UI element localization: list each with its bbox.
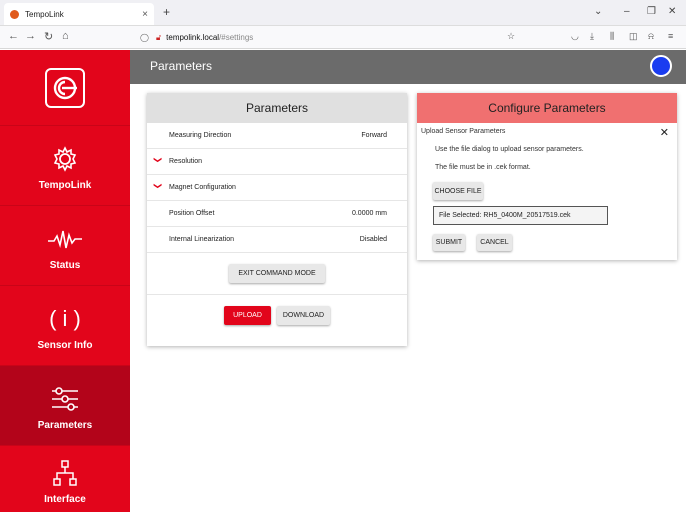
downloads-icon[interactable]: ⤓ <box>590 31 594 42</box>
sidebar-item-status[interactable]: Status <box>0 205 130 285</box>
sidebar-item-sensor-info[interactable]: ( i ) Sensor Info <box>0 285 130 365</box>
sidebar-item-tempolink[interactable]: TempoLink <box>0 125 130 205</box>
minimize-icon[interactable]: – <box>624 6 630 17</box>
upload-button[interactable]: UPLOAD <box>224 305 271 325</box>
chevron-down-icon[interactable]: ❯ <box>154 183 163 193</box>
library-icon[interactable]: ⫼ <box>610 31 614 42</box>
upload-instruction: Use the file dialog to upload sensor par… <box>435 146 584 153</box>
param-label: Resolution <box>169 158 203 165</box>
configure-card-title: Configure Parameters <box>417 93 677 123</box>
tab-list-chevron-icon[interactable]: ⌄ <box>594 6 602 17</box>
bookmark-star-icon[interactable]: ☆ <box>507 31 515 42</box>
parameters-card: Parameters Measuring Direction Forward ❯… <box>147 93 407 346</box>
shield-icon[interactable]: ◯ <box>140 33 149 42</box>
tab-title: TempoLink <box>25 9 64 19</box>
param-row-magnet-configuration[interactable]: ❯ Magnet Configuration <box>147 175 407 201</box>
param-value: Disabled <box>359 236 387 243</box>
tab-close-button[interactable]: × <box>142 9 148 20</box>
page-title: Parameters <box>150 59 213 73</box>
menu-icon[interactable]: ≡ <box>668 31 673 41</box>
pocket-icon[interactable]: ◡ <box>571 31 579 42</box>
reload-icon[interactable]: ↻ <box>44 30 53 43</box>
connection-status-indicator <box>650 55 672 77</box>
window-close-icon[interactable]: ✕ <box>668 6 676 17</box>
param-value: Forward <box>361 132 387 139</box>
sidebar-item-label: Status <box>49 260 81 271</box>
sliders-icon <box>50 380 80 418</box>
lock-icon[interactable]: 🔓︎ <box>156 33 161 43</box>
param-label: Magnet Configuration <box>169 184 236 191</box>
info-icon: ( i ) <box>49 306 81 331</box>
param-value: 0.0000 mm <box>351 210 387 217</box>
new-tab-button[interactable]: + <box>163 5 170 19</box>
param-row-measuring-direction: Measuring Direction Forward <box>147 123 407 149</box>
close-icon[interactable]: ✕ <box>660 126 669 139</box>
sidebar: TempoLink Status ( i ) Sensor Info Param… <box>0 50 130 512</box>
url-host: tempolink.local <box>166 33 220 42</box>
restore-icon[interactable]: ❐ <box>647 6 656 17</box>
browser-nav-bar: ← → ↻ ⌂ ◯ 🔓︎ tempolink.local/#settings ☆… <box>0 26 686 49</box>
exit-command-mode-button[interactable]: EXIT COMMAND MODE <box>229 264 325 283</box>
sidebar-item-label: TempoLink <box>38 180 92 191</box>
upload-section-title: Upload Sensor Parameters <box>421 128 506 135</box>
firefox-icon <box>10 9 19 19</box>
forward-arrow-icon[interactable]: → <box>25 30 36 42</box>
sidebar-item-label: Parameters <box>37 420 93 431</box>
gear-icon <box>51 140 79 178</box>
signal-wave-icon <box>47 220 83 258</box>
url-path: /#settings <box>219 33 254 42</box>
home-icon[interactable]: ⌂ <box>62 30 69 42</box>
temposonics-logo-icon <box>45 67 85 108</box>
sidebar-item-interface[interactable]: Interface <box>0 445 130 512</box>
sidebar-item-label: Interface <box>44 494 86 505</box>
browser-tab-bar: TempoLink × + ⌄ – ❐ ✕ <box>0 0 686 26</box>
param-row-resolution[interactable]: ❯ Resolution <box>147 149 407 175</box>
upload-download-area: UPLOAD DOWNLOAD <box>147 295 407 335</box>
sidebar-item-parameters[interactable]: Parameters <box>0 365 130 445</box>
param-label: Position Offset <box>169 210 215 217</box>
sidebar-toggle-icon[interactable]: ◫ <box>629 31 638 42</box>
param-row-position-offset: Position Offset 0.0000 mm <box>147 201 407 227</box>
format-note: The file must be in .cek format. <box>435 164 531 171</box>
param-label: Internal Linearization <box>169 236 234 243</box>
url-bar[interactable]: ◯ 🔓︎ tempolink.local/#settings <box>140 29 525 46</box>
logo <box>0 50 130 125</box>
configure-parameters-card: Configure Parameters Upload Sensor Param… <box>417 93 677 260</box>
param-row-internal-linearization: Internal Linearization Disabled <box>147 227 407 253</box>
choose-file-button[interactable]: CHOOSE FILE <box>433 182 483 200</box>
sidebar-item-label: Sensor Info <box>37 340 93 351</box>
cancel-button[interactable]: CANCEL <box>477 234 512 251</box>
back-arrow-icon[interactable]: ← <box>8 30 19 42</box>
browser-tab[interactable]: TempoLink × <box>4 3 154 25</box>
param-label: Measuring Direction <box>169 132 232 139</box>
page-header: Parameters <box>130 50 686 84</box>
parameters-card-title: Parameters <box>147 93 407 123</box>
submit-button[interactable]: SUBMIT <box>433 234 465 251</box>
network-icon <box>51 454 79 492</box>
file-selected-display: File Selected: RH5_0400M_20517519.cek <box>433 206 608 225</box>
download-button[interactable]: DOWNLOAD <box>277 305 330 325</box>
chevron-down-icon[interactable]: ❯ <box>154 157 163 167</box>
command-mode-area: EXIT COMMAND MODE <box>147 253 407 295</box>
extensions-icon[interactable]: ⍾ <box>648 31 654 42</box>
